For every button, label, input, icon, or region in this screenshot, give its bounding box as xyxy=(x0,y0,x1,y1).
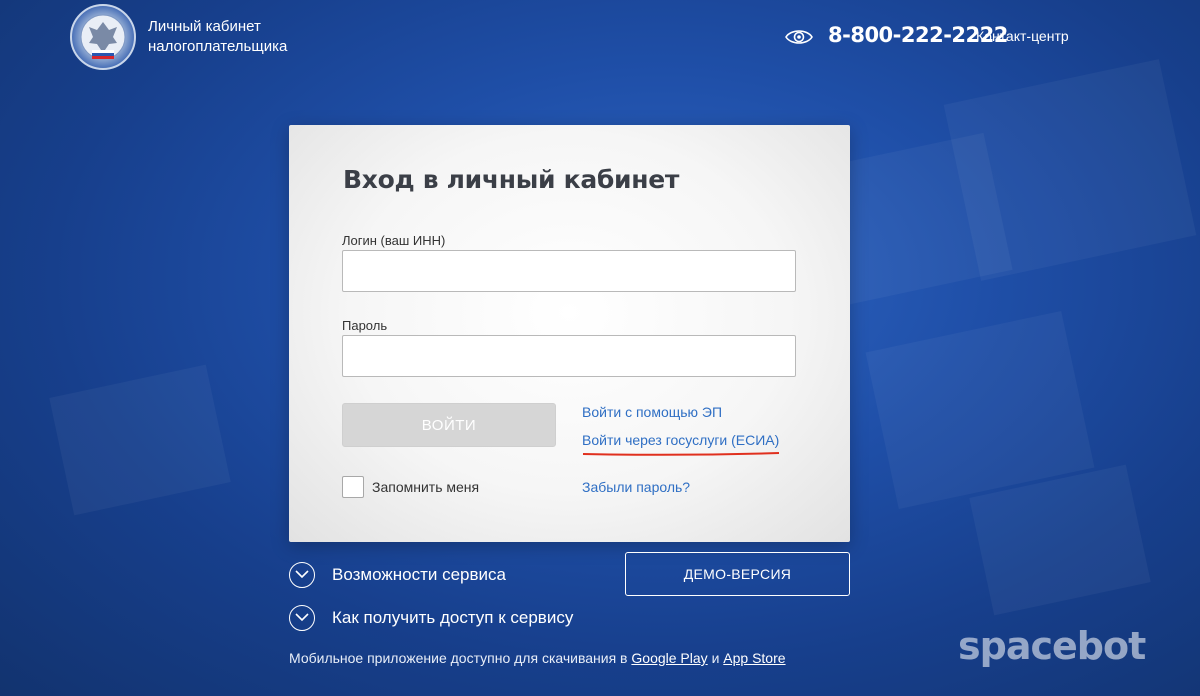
demo-version-button[interactable]: ДЕМО-ВЕРСИЯ xyxy=(625,552,850,596)
login-button[interactable]: ВОЙТИ xyxy=(342,403,556,447)
contact-center-link[interactable]: Контакт-центр xyxy=(976,28,1069,44)
login-inn-input[interactable] xyxy=(342,250,796,292)
brand-line-1: Личный кабинет xyxy=(148,18,261,35)
login-label: Логин (ваш ИНН) xyxy=(342,233,446,248)
eagle-emblem-icon xyxy=(80,14,126,60)
access-label: Как получить доступ к сервису xyxy=(332,608,574,627)
brand-title[interactable]: Личный кабинет налогоплательщика xyxy=(148,17,287,57)
remember-me-label[interactable]: Запомнить меня xyxy=(372,479,479,495)
mobile-app-text: Мобильное приложение доступно для скачив… xyxy=(289,650,628,666)
password-input[interactable] xyxy=(342,335,796,377)
chevron-down-icon xyxy=(289,562,315,588)
red-highlight-underline xyxy=(582,452,780,456)
forgot-password-link[interactable]: Забыли пароль? xyxy=(582,479,690,495)
page-title: Вход в личный кабинет xyxy=(343,165,680,194)
login-card: Вход в личный кабинет Логин (ваш ИНН) Па… xyxy=(289,125,850,542)
chevron-down-icon xyxy=(289,605,315,631)
app-store-link[interactable]: App Store xyxy=(723,650,785,666)
remember-me-checkbox[interactable] xyxy=(342,476,364,498)
fns-logo[interactable] xyxy=(70,4,136,70)
site-header: Личный кабинет налогоплательщика 8-800-2… xyxy=(0,0,1200,90)
mobile-app-note: Мобильное приложение доступно для скачив… xyxy=(289,650,786,666)
login-ep-link[interactable]: Войти с помощью ЭП xyxy=(582,404,722,420)
google-play-link[interactable]: Google Play xyxy=(631,650,707,666)
brand-line-2: налогоплательщика xyxy=(148,38,288,55)
spacebot-watermark: spacebot xyxy=(958,624,1146,668)
background-shape xyxy=(943,59,1197,281)
login-esia-link[interactable]: Войти через госуслуги (ЕСИА) xyxy=(582,432,779,448)
and-word: и xyxy=(711,650,720,666)
eye-icon[interactable] xyxy=(785,28,813,46)
features-toggle[interactable]: Возможности сервиса xyxy=(289,562,506,588)
background-shape xyxy=(49,364,231,516)
access-toggle[interactable]: Как получить доступ к сервису xyxy=(289,605,573,631)
features-label: Возможности сервиса xyxy=(332,565,506,584)
password-label: Пароль xyxy=(342,318,388,333)
